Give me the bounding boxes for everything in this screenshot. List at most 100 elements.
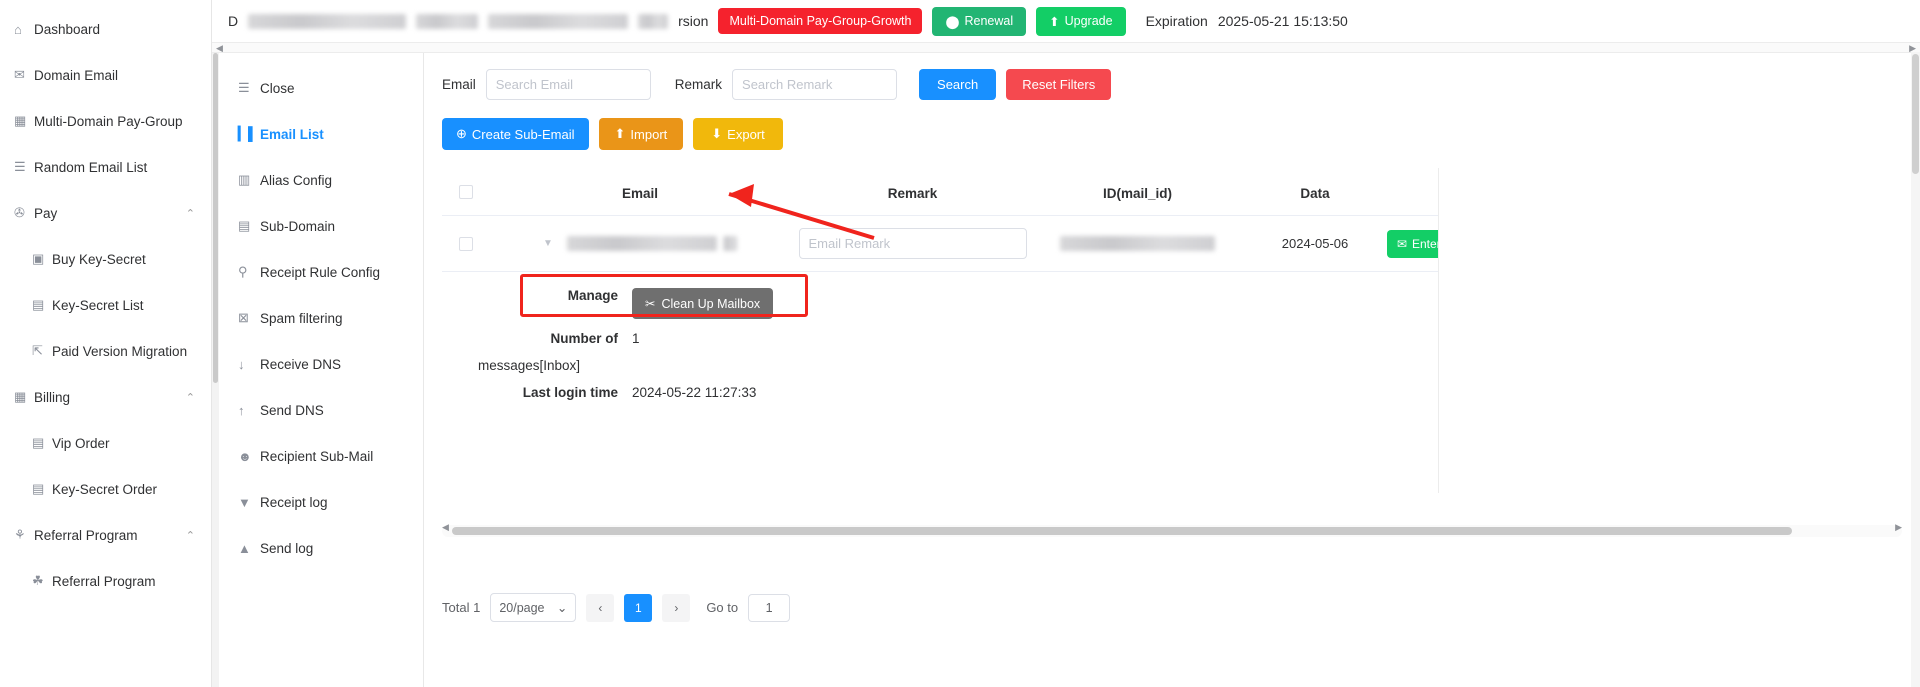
redacted-mail-id bbox=[1060, 236, 1215, 251]
row-id-cell bbox=[1035, 236, 1240, 251]
sidebar-item-label: Domain Email bbox=[34, 67, 119, 83]
redacted-email-suffix bbox=[722, 236, 737, 251]
page-vertical-scrollbar[interactable] bbox=[1911, 52, 1920, 687]
chart-bars-icon: ▎▌ bbox=[238, 126, 258, 141]
inner-menu-item-sub-domain[interactable]: ▤ Sub-Domain bbox=[212, 203, 423, 249]
sidebar-item-label: Pay bbox=[34, 205, 58, 221]
create-sub-email-button[interactable]: ⊕ Create Sub-Email bbox=[442, 118, 589, 150]
table-scroll-left-icon[interactable]: ◀ bbox=[442, 522, 449, 533]
sidebar-item-dashboard[interactable]: ⌂ Dashboard bbox=[0, 6, 211, 52]
sidebar-item-billing[interactable]: ▦ Billing ⌃ bbox=[0, 374, 211, 420]
mail-icon: ✉ bbox=[14, 67, 25, 82]
search-button[interactable]: Search bbox=[919, 69, 997, 100]
sidebar-item-referral-program[interactable]: ☘ Referral Program bbox=[0, 558, 211, 604]
page-1-button[interactable]: 1 bbox=[624, 593, 653, 622]
upgrade-button[interactable]: ⬆ Upgrade bbox=[1036, 6, 1126, 36]
next-page-button[interactable]: › bbox=[662, 593, 691, 622]
enter-email-label: Enter Email bbox=[1412, 236, 1475, 251]
search-email-input[interactable] bbox=[485, 69, 651, 100]
top-horizontal-scrollbar[interactable]: ◀ ▶ bbox=[212, 42, 1920, 53]
create-sub-email-label: Create Sub-Email bbox=[471, 126, 575, 142]
expand-row-icon[interactable]: ▼ bbox=[543, 238, 553, 249]
clean-up-mailbox-button[interactable]: ✂ Clean Up Mailbox bbox=[632, 288, 774, 319]
redacted-account-3 bbox=[488, 13, 629, 29]
sidebar-item-random-email-list[interactable]: ☰ Random Email List bbox=[0, 144, 211, 190]
enter-email-button[interactable]: ✉ Enter Email bbox=[1386, 229, 1485, 258]
select-all-checkbox[interactable] bbox=[459, 185, 473, 199]
inner-menu-item-send-log[interactable]: ▲ Send log bbox=[212, 525, 423, 571]
caret-down-icon: ▼ bbox=[238, 494, 251, 510]
download-icon: ⬇ bbox=[711, 126, 723, 141]
sidebar-item-label: Paid Version Migration bbox=[52, 343, 188, 359]
row-remark-cell bbox=[790, 228, 1035, 259]
inner-menu-item-recipient-sub-mail[interactable]: ☻ Recipient Sub-Mail bbox=[212, 433, 423, 479]
header-manage: Manage bbox=[1537, 186, 1588, 201]
detail-messages-row: messages[Inbox] bbox=[442, 358, 1902, 373]
row-date-cell: 2024-05-06 bbox=[1281, 236, 1349, 251]
table-horizontal-scrollbar[interactable]: ◀ ▶ bbox=[442, 522, 1902, 537]
inner-menu-scroll-thumb[interactable] bbox=[213, 53, 218, 383]
menu-collapse-icon: ☰ bbox=[238, 80, 250, 95]
inner-menu-item-email-list[interactable]: ▎▌ Email List bbox=[212, 111, 423, 157]
sidebar-item-key-secret-order[interactable]: ▤ Key-Secret Order bbox=[0, 466, 211, 512]
import-button[interactable]: ⬆ Import bbox=[598, 118, 684, 150]
goto-page-input[interactable] bbox=[748, 593, 791, 622]
inner-menu-item-spam-filtering[interactable]: ⊠ Spam filtering bbox=[212, 295, 423, 341]
page-size-select[interactable]: 20/page ⌄ bbox=[490, 593, 577, 622]
table-scroll-right-icon[interactable]: ▶ bbox=[1895, 522, 1902, 533]
main-sidebar: ⌂ Dashboard ✉ Domain Email ▦ Multi-Domai… bbox=[0, 0, 212, 687]
export-button[interactable]: ⬇ Export bbox=[693, 118, 783, 150]
inner-menu-item-receive-dns[interactable]: ↓ Receive DNS bbox=[212, 341, 423, 387]
sidebar-item-domain-email[interactable]: ✉ Domain Email bbox=[0, 52, 211, 98]
page-scroll-thumb[interactable] bbox=[1912, 54, 1919, 174]
email-table: Email Remark ID(mail_id) Data Manage ▼ E… bbox=[442, 172, 1902, 420]
sidebar-item-pay[interactable]: ✇ Pay ⌃ bbox=[0, 190, 211, 236]
delete-email-label: Delete Email bbox=[1660, 236, 1729, 251]
doc-icon: ▤ bbox=[32, 297, 45, 312]
sidebar-item-vip-order[interactable]: ▤ Vip Order bbox=[0, 420, 211, 466]
inner-menu-item-receipt-log[interactable]: ▼ Receipt log bbox=[212, 479, 423, 525]
remark-filter-label: Remark bbox=[674, 77, 723, 92]
inner-menu-label: Sub-Domain bbox=[260, 218, 336, 234]
order-icon: ▤ bbox=[32, 435, 45, 450]
user-icon: ☻ bbox=[238, 448, 252, 464]
table-header-row: Email Remark ID(mail_id) Data Manage bbox=[442, 172, 1902, 216]
sidebar-item-label: Multi-Domain Pay-Group bbox=[34, 113, 183, 129]
clean-up-mailbox-label: Clean Up Mailbox bbox=[661, 296, 761, 311]
sidebar-item-label: Referral Program bbox=[52, 573, 156, 589]
inner-menu-label: Recipient Sub-Mail bbox=[260, 448, 374, 464]
search-remark-input[interactable] bbox=[732, 69, 898, 100]
inner-menu-scroll-track[interactable] bbox=[212, 53, 219, 687]
redacted-account-2 bbox=[416, 13, 479, 29]
sidebar-item-buy-key-secret[interactable]: ▣ Buy Key-Secret bbox=[0, 236, 211, 282]
renewal-button[interactable]: ⬤ Renewal bbox=[932, 6, 1027, 36]
sidebar-item-label: Vip Order bbox=[52, 435, 110, 451]
inner-menu-item-close[interactable]: ☰ Close bbox=[212, 65, 423, 111]
broom-icon: ✂ bbox=[645, 297, 656, 311]
update-password-button[interactable]: ✎ Update Password bbox=[1492, 229, 1622, 258]
delete-email-button[interactable]: 🗑 Delete Email bbox=[1629, 229, 1739, 258]
sidebar-item-referral-program-group[interactable]: ⚘ Referral Program ⌃ bbox=[0, 512, 211, 558]
table-scroll-thumb[interactable] bbox=[452, 527, 1792, 535]
inner-menu-item-alias-config[interactable]: ▥ Alias Config bbox=[212, 157, 423, 203]
sidebar-item-key-secret-list[interactable]: ▤ Key-Secret List bbox=[0, 282, 211, 328]
inner-menu-label: Send log bbox=[260, 540, 314, 556]
detail-manage-row: Manage ✂ Clean Up Mailbox bbox=[442, 288, 1902, 319]
prev-page-button[interactable]: ‹ bbox=[586, 593, 615, 622]
row-detail-panel: Manage ✂ Clean Up Mailbox Number of 1 me… bbox=[442, 272, 1902, 420]
sidebar-item-label: Dashboard bbox=[34, 21, 101, 37]
inner-menu-item-receipt-rule-config[interactable]: ⚲ Receipt Rule Config bbox=[212, 249, 423, 295]
export-label: Export bbox=[727, 126, 765, 142]
main-panel: Email Remark Search Reset Filters ⊕ Crea… bbox=[424, 53, 1920, 687]
inner-menu-label: Receipt Rule Config bbox=[260, 264, 381, 280]
inner-menu-item-send-dns[interactable]: ↑ Send DNS bbox=[212, 387, 423, 433]
envelope-icon: ✉ bbox=[1396, 236, 1407, 251]
email-remark-input[interactable] bbox=[798, 228, 1027, 259]
sidebar-item-multi-domain-pay-group[interactable]: ▦ Multi-Domain Pay-Group bbox=[0, 98, 211, 144]
import-label: Import bbox=[630, 126, 668, 142]
chevron-up-icon: ⌃ bbox=[185, 391, 195, 404]
sidebar-item-paid-version-migration[interactable]: ⇱ Paid Version Migration bbox=[0, 328, 211, 374]
renewal-icon: ⬤ bbox=[945, 14, 960, 29]
row-checkbox[interactable] bbox=[459, 236, 473, 251]
reset-filters-button[interactable]: Reset Filters bbox=[1006, 69, 1112, 100]
